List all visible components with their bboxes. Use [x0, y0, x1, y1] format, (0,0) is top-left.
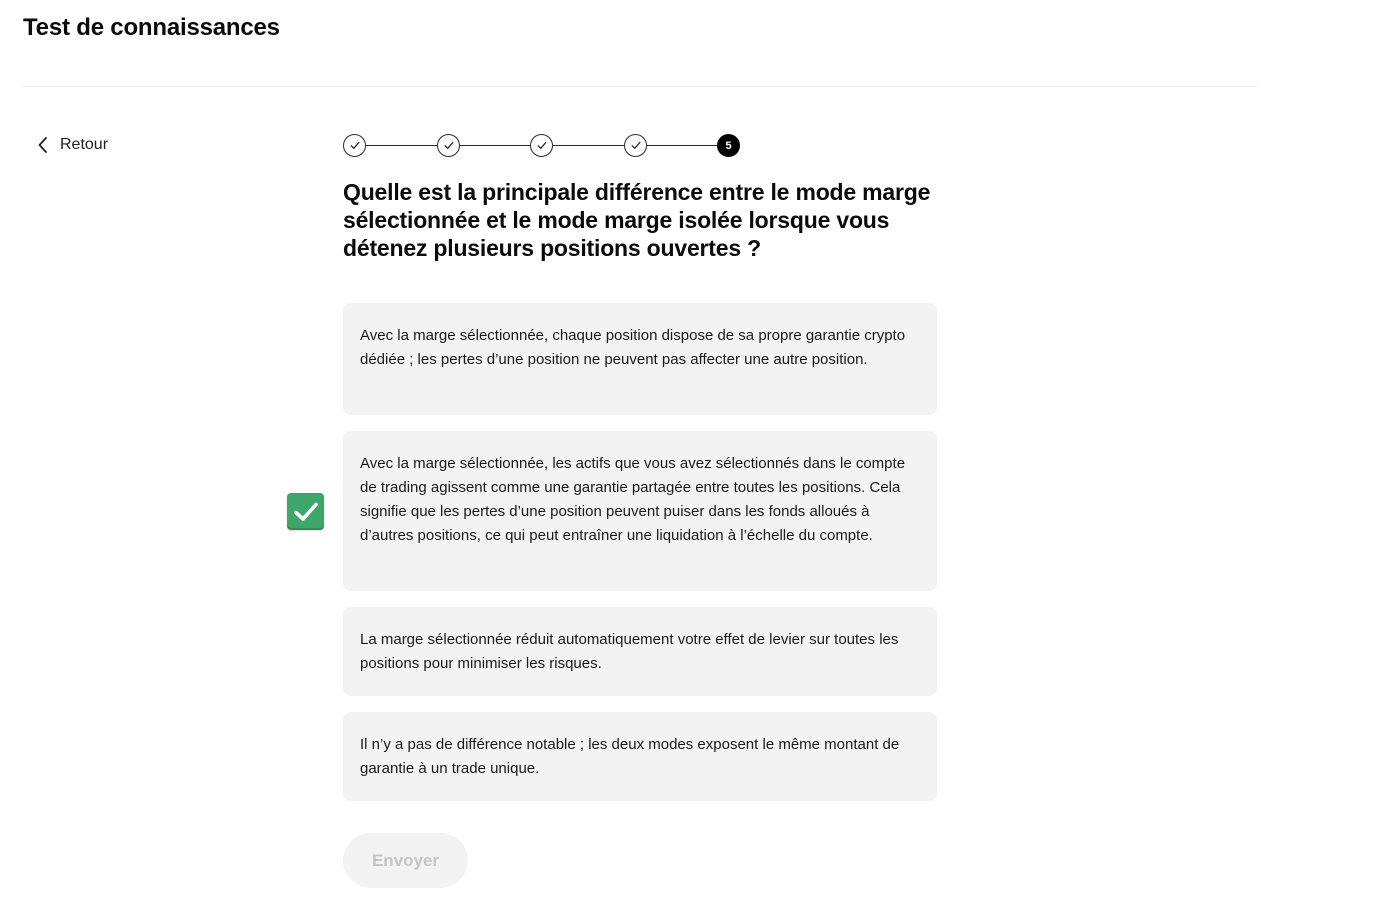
page-title: Test de connaissances — [23, 14, 280, 41]
answer-option-2[interactable]: Avec la marge sélectionnée, les actifs q… — [343, 431, 937, 591]
checkbox-checked-icon — [287, 493, 324, 530]
chevron-left-icon — [38, 137, 48, 153]
header-divider — [23, 86, 1258, 87]
check-icon — [631, 141, 641, 150]
check-icon — [350, 141, 360, 150]
step-3-completed — [530, 134, 553, 157]
answer-option-3[interactable]: La marge sélectionnée réduit automatique… — [343, 607, 937, 696]
step-connector — [365, 145, 437, 146]
check-icon — [537, 141, 547, 150]
back-label: Retour — [60, 136, 109, 153]
step-5-current: 5 — [717, 134, 740, 157]
submit-button[interactable]: Envoyer — [343, 833, 468, 888]
step-connector — [552, 145, 624, 146]
step-4-completed — [624, 134, 647, 157]
step-1-completed — [343, 134, 366, 157]
question-text: Quelle est la principale différence entr… — [343, 179, 931, 261]
answer-option-1[interactable]: Avec la marge sélectionnée, chaque posit… — [343, 303, 937, 415]
step-2-completed — [437, 134, 460, 157]
step-connector — [646, 145, 717, 146]
back-button[interactable]: Retour — [38, 133, 108, 157]
answer-option-4[interactable]: Il n’y a pas de différence notable ; les… — [343, 712, 937, 801]
check-icon — [444, 141, 454, 150]
step-connector — [459, 145, 530, 146]
progress-stepper: 5 — [343, 134, 740, 157]
